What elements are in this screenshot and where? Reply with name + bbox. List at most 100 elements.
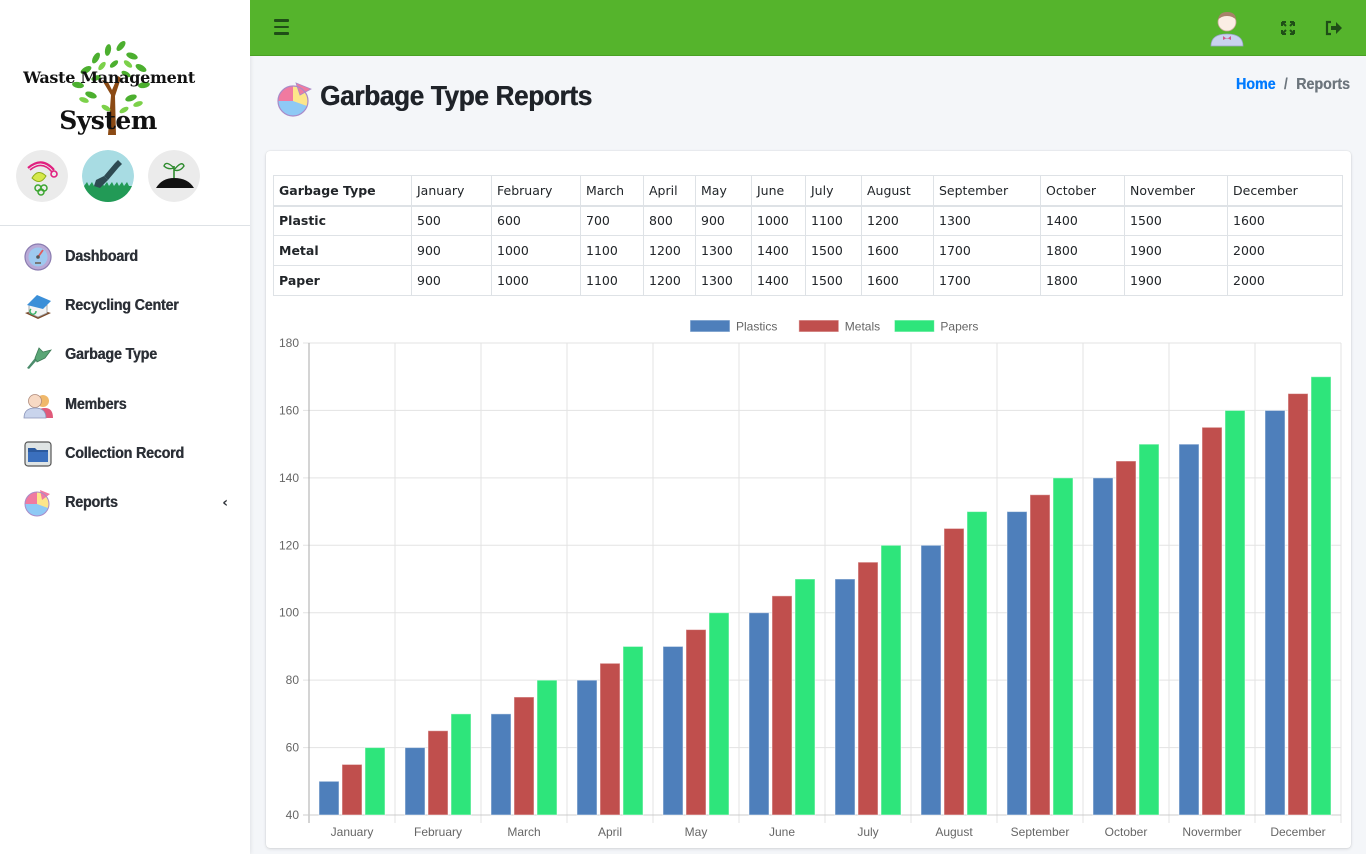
column-header: June bbox=[751, 175, 806, 207]
table-cell: 1400 bbox=[751, 265, 806, 296]
sprout-soil-badge-icon bbox=[148, 150, 200, 202]
table-cell: 1200 bbox=[861, 205, 934, 236]
members-icon bbox=[23, 390, 53, 420]
breadcrumb-home-link[interactable]: Home bbox=[1236, 76, 1276, 94]
table-cell: 900 bbox=[695, 205, 752, 236]
legend-label: Plastics bbox=[736, 320, 777, 334]
table-cell: 1500 bbox=[805, 235, 862, 266]
garbage-type-icon bbox=[23, 340, 53, 370]
bar-plastics bbox=[318, 780, 340, 816]
bar-plastics bbox=[1264, 409, 1286, 816]
report-card: Garbage Type January February March Apri… bbox=[266, 151, 1351, 848]
bar-papers bbox=[794, 578, 816, 816]
sign-out-icon[interactable] bbox=[1325, 20, 1343, 36]
sidebar-item-garbage-type[interactable]: Garbage Type bbox=[0, 331, 250, 380]
column-header: July bbox=[805, 175, 862, 207]
legend-swatch-papers bbox=[893, 319, 935, 333]
chevron-left-icon[interactable]: ‹ bbox=[222, 495, 228, 511]
sidebar-item-label: Garbage Type bbox=[65, 346, 157, 364]
table-cell: 1100 bbox=[580, 265, 644, 296]
row-header-cell: Plastic bbox=[273, 205, 412, 236]
sidebar-item-collection-record[interactable]: Collection Record bbox=[0, 429, 250, 478]
table-cell: 700 bbox=[580, 205, 644, 236]
bar-papers bbox=[1310, 376, 1332, 816]
sidebar-item-reports[interactable]: Reports ‹ bbox=[0, 478, 250, 527]
table-cell: 1400 bbox=[1040, 205, 1125, 236]
table-cell: 1900 bbox=[1124, 235, 1228, 266]
table-cell: 500 bbox=[411, 205, 492, 236]
table-cell: 1200 bbox=[643, 265, 696, 296]
y-tick-label: 100 bbox=[279, 606, 299, 620]
bar-plastics bbox=[748, 612, 770, 816]
bar-papers bbox=[364, 747, 386, 816]
bar-metals bbox=[1201, 426, 1223, 816]
page-title: Garbage Type Reports bbox=[320, 80, 592, 111]
table-cell: 1500 bbox=[1124, 205, 1228, 236]
table-cell: 1700 bbox=[933, 265, 1041, 296]
bar-plastics bbox=[1178, 443, 1200, 816]
shovel-badge-icon bbox=[82, 150, 134, 202]
y-tick-label: 140 bbox=[279, 471, 299, 485]
column-header: August bbox=[861, 175, 934, 207]
x-tick-label: July bbox=[857, 825, 878, 839]
table-cell: 1600 bbox=[1227, 205, 1343, 236]
user-avatar-icon[interactable] bbox=[1207, 8, 1247, 48]
sidebar-item-members[interactable]: Members bbox=[0, 380, 250, 429]
column-header: October bbox=[1040, 175, 1125, 207]
table-cell: 1300 bbox=[933, 205, 1041, 236]
sidebar-item-label: Collection Record bbox=[65, 444, 184, 462]
bar-plastics bbox=[490, 713, 512, 816]
sidebar-nav: Dashboard Recycling Center Garbage Type … bbox=[0, 232, 250, 528]
column-header: February bbox=[491, 175, 581, 207]
sidebar-item-label: Recycling Center bbox=[65, 296, 179, 314]
bar-metals bbox=[1029, 494, 1051, 816]
bar-papers bbox=[1224, 409, 1246, 816]
column-header: December bbox=[1227, 175, 1343, 207]
bar-metals bbox=[857, 561, 879, 816]
hamburger-icon[interactable] bbox=[274, 19, 289, 35]
bar-papers bbox=[1052, 477, 1074, 816]
table-cell: 900 bbox=[411, 235, 492, 266]
sidebar-item-dashboard[interactable]: Dashboard bbox=[0, 232, 250, 281]
bar-metals bbox=[341, 763, 363, 816]
bar-papers bbox=[880, 544, 902, 816]
sidebar-item-recycling-center[interactable]: Recycling Center bbox=[0, 281, 250, 330]
bar-plastics bbox=[920, 544, 942, 816]
column-header: May bbox=[695, 175, 752, 207]
column-header: January bbox=[411, 175, 492, 207]
table-cell: 600 bbox=[491, 205, 581, 236]
table-cell: 800 bbox=[643, 205, 696, 236]
table-cell: 2000 bbox=[1227, 235, 1343, 266]
x-tick-label: April bbox=[598, 825, 622, 839]
expand-icon[interactable] bbox=[1280, 20, 1296, 36]
bar-chart: 40 60 80 100 120 140 160 180 January February Marc… bbox=[266, 311, 1351, 848]
bar-metals bbox=[513, 696, 535, 816]
bar-metals bbox=[943, 527, 965, 816]
sidebar-item-label: Reports bbox=[65, 494, 118, 512]
bar-plastics bbox=[1006, 511, 1028, 816]
x-tick-label: October bbox=[1105, 825, 1148, 839]
table-cell: 1800 bbox=[1040, 235, 1125, 266]
row-header-cell: Paper bbox=[273, 265, 412, 296]
bar-papers bbox=[1138, 443, 1160, 816]
x-tick-label: August bbox=[935, 825, 973, 839]
bar-plastics bbox=[1092, 477, 1114, 816]
table-cell: 1400 bbox=[751, 235, 806, 266]
x-tick-label: June bbox=[769, 825, 795, 839]
breadcrumb: Home / Reports bbox=[1236, 76, 1350, 94]
bar-papers bbox=[622, 645, 644, 816]
table-cell: 1300 bbox=[695, 265, 752, 296]
bar-papers bbox=[708, 612, 730, 816]
table-row: Metal 900 1000 1100 1200 1300 1400 1500 1600 1700… bbox=[273, 235, 1343, 266]
column-header: March bbox=[580, 175, 644, 207]
x-tick-label: September bbox=[1011, 825, 1070, 839]
y-tick-label: 180 bbox=[279, 336, 299, 350]
x-tick-label: December bbox=[1270, 825, 1325, 839]
y-tick-label: 120 bbox=[279, 538, 299, 552]
legend-label: Papers bbox=[940, 320, 978, 334]
sidebar-item-label: Dashboard bbox=[65, 247, 138, 265]
recycling-center-icon bbox=[23, 291, 53, 321]
x-tick-label: Novermber bbox=[1182, 825, 1241, 839]
bar-metals bbox=[427, 730, 449, 816]
bar-metals bbox=[1287, 393, 1309, 816]
